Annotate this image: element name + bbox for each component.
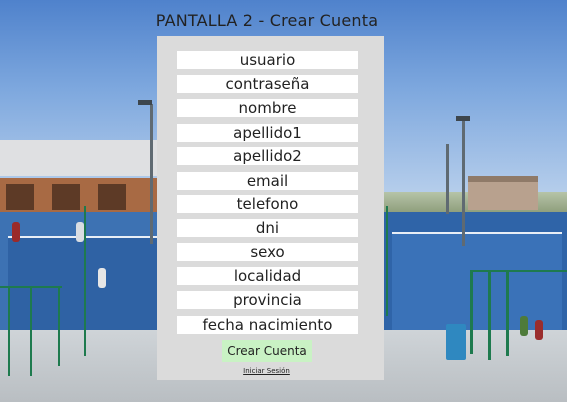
create-account-form: usuario contraseña nombre apellido1 apel… <box>157 36 384 380</box>
sports-hall-window <box>6 184 34 210</box>
dni-field[interactable]: dni <box>177 219 358 237</box>
fence-post <box>488 270 491 360</box>
sports-hall-roof <box>0 140 160 176</box>
phone-field[interactable]: telefono <box>177 195 358 213</box>
email-field[interactable]: email <box>177 172 358 190</box>
player <box>76 222 84 242</box>
court-right-playing-area <box>392 232 562 334</box>
light-pole <box>446 144 449 214</box>
fence-post <box>8 286 10 376</box>
fence-post <box>506 270 509 356</box>
surname2-field[interactable]: apellido2 <box>177 147 358 165</box>
fence-rail <box>470 270 567 272</box>
province-field[interactable]: provincia <box>177 291 358 309</box>
floodlight <box>456 116 470 121</box>
login-link[interactable]: Iniciar Sesión <box>157 367 376 375</box>
birthdate-field[interactable]: fecha nacimiento <box>177 316 358 334</box>
fence-post <box>84 206 86 356</box>
username-field[interactable]: usuario <box>177 51 358 69</box>
pedestrian <box>535 320 543 340</box>
fence-post <box>58 286 60 366</box>
locality-field[interactable]: localidad <box>177 267 358 285</box>
page-title: PANTALLA 2 - Crear Cuenta <box>155 11 379 30</box>
fence-post <box>386 206 388 316</box>
name-field[interactable]: nombre <box>177 99 358 117</box>
fence-post <box>30 286 32 376</box>
sports-hall-window <box>52 184 80 210</box>
light-pole <box>150 104 153 244</box>
player <box>12 222 20 242</box>
password-field[interactable]: contraseña <box>177 75 358 93</box>
player <box>98 268 106 288</box>
house <box>468 182 538 210</box>
sex-field[interactable]: sexo <box>177 243 358 261</box>
light-pole <box>462 120 465 246</box>
fence-post <box>470 270 473 354</box>
pedestrian <box>520 316 528 336</box>
create-account-button[interactable]: Crear Cuenta <box>222 340 312 362</box>
floodlight <box>138 100 152 105</box>
surname1-field[interactable]: apellido1 <box>177 124 358 142</box>
trash-bin <box>446 324 466 360</box>
sports-hall-window <box>98 184 126 210</box>
